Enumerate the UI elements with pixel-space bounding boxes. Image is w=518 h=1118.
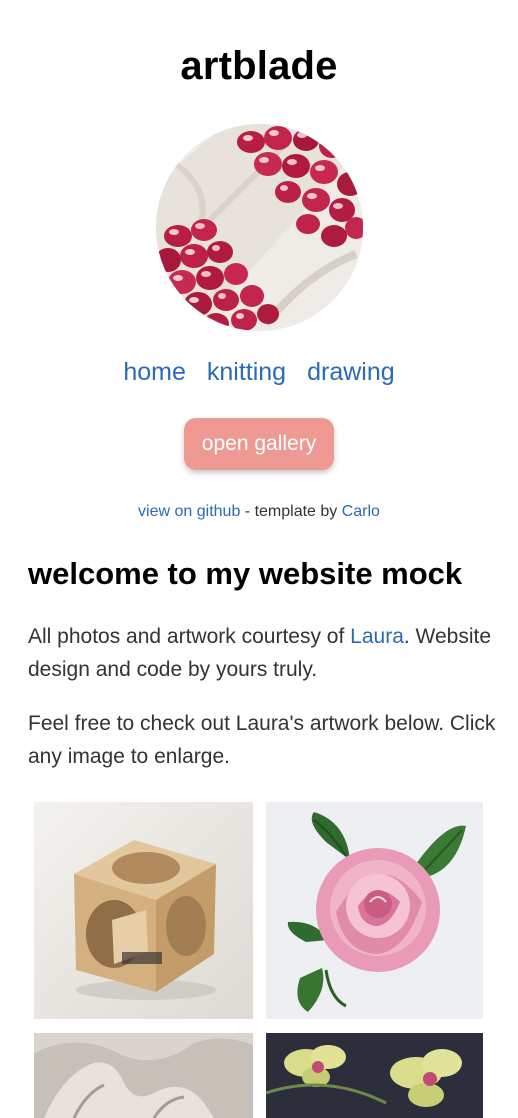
nav-link-drawing[interactable]: drawing — [307, 358, 395, 387]
github-link[interactable]: view on github — [138, 503, 240, 520]
gallery-thumb-wooden-cube[interactable] — [34, 802, 253, 1019]
intro-text-start: All photos and artwork courtesy of — [28, 625, 351, 648]
welcome-heading: welcome to my website mock — [28, 556, 463, 591]
author-link[interactable]: Carlo — [342, 503, 380, 520]
nav-link-knitting[interactable]: knitting — [207, 358, 286, 387]
gallery-thumb-orchid[interactable] — [266, 1033, 483, 1118]
intro-paragraph: All photos and artwork courtesy of Laura… — [28, 620, 498, 686]
pomegranate-seeds-image — [156, 124, 363, 331]
open-gallery-button[interactable]: open gallery — [184, 418, 334, 470]
credits-line: view on github - template by Carlo — [0, 503, 518, 521]
pink-rose-image — [266, 802, 483, 1019]
nav-link-home[interactable]: home — [123, 358, 186, 387]
main-nav: home knitting drawing — [0, 358, 518, 387]
gallery-intro-paragraph: Feel free to check out Laura's artwork b… — [28, 712, 496, 768]
avatar — [156, 124, 363, 331]
credits-separator: - template by — [240, 503, 342, 520]
orchid-image — [266, 1033, 483, 1118]
gallery-thumb-rose[interactable] — [266, 802, 483, 1019]
draped-fabric-image — [34, 1033, 253, 1118]
gallery-thumb-fabric[interactable] — [34, 1033, 253, 1118]
wooden-cube-image — [34, 802, 253, 1019]
site-title: artblade — [180, 44, 338, 88]
laura-link[interactable]: Laura — [350, 625, 404, 648]
